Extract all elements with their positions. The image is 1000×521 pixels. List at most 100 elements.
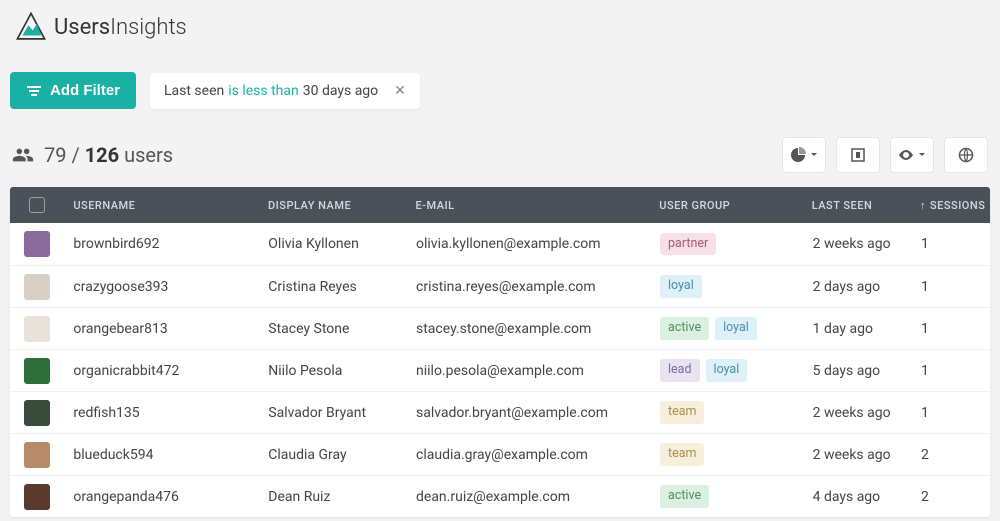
cell-last-seen: 2 weeks ago: [803, 447, 911, 463]
export-button[interactable]: [836, 137, 880, 173]
row-avatar-cell: [10, 484, 63, 510]
brand: UsersInsights: [10, 10, 990, 44]
row-avatar-cell: [10, 358, 63, 384]
brand-a: Users: [54, 15, 110, 40]
avatar: [24, 400, 50, 426]
tag-team[interactable]: team: [660, 443, 704, 466]
avatar: [24, 231, 50, 257]
cell-email: salvador.bryant@example.com: [406, 405, 650, 421]
filter-operator: is less than: [228, 83, 299, 99]
cell-display-name: Dean Ruiz: [258, 489, 406, 505]
cell-user-group: loyal: [650, 275, 803, 298]
table-row[interactable]: blueduck594Claudia Grayclaudia.gray@exam…: [10, 433, 990, 475]
filter-icon: [26, 83, 42, 99]
cell-sessions: 1: [911, 236, 990, 252]
table-row[interactable]: brownbird692Olivia Kyllonenolivia.kyllon…: [10, 223, 990, 265]
row-avatar-cell: [10, 442, 63, 468]
filter-value: 30 days ago: [303, 83, 378, 99]
select-all-checkbox[interactable]: [29, 197, 45, 213]
count-text: 79 / 126 users: [12, 143, 173, 167]
tag-active[interactable]: active: [660, 485, 709, 508]
avatar: [24, 316, 50, 342]
cell-username: blueduck594: [63, 447, 258, 463]
tag-loyal[interactable]: loyal: [660, 275, 702, 298]
avatar: [24, 358, 50, 384]
cell-display-name: Niilo Pesola: [258, 363, 406, 379]
count-sep: /: [66, 143, 84, 167]
tag-team[interactable]: team: [660, 401, 704, 424]
segments-button[interactable]: [782, 137, 826, 173]
row-avatar-cell: [10, 231, 63, 257]
cell-display-name: Cristina Reyes: [258, 279, 406, 295]
row-avatar-cell: [10, 316, 63, 342]
chevron-down-icon: [810, 151, 818, 159]
visibility-button[interactable]: [890, 137, 934, 173]
sort-asc-icon: ↑: [920, 199, 926, 212]
table-row[interactable]: orangepanda476Dean Ruizdean.ruiz@example…: [10, 475, 990, 517]
controls-row: Add Filter Last seen is less than 30 day…: [10, 72, 990, 109]
cell-username: orangebear813: [63, 321, 258, 337]
logo-icon: [14, 10, 48, 44]
tag-lead[interactable]: lead: [660, 359, 700, 382]
cell-last-seen: 2 weeks ago: [803, 236, 911, 252]
filter-chip[interactable]: Last seen is less than 30 days ago ✕: [150, 73, 420, 109]
count-total: 126: [85, 143, 119, 167]
header-username[interactable]: Username: [63, 199, 258, 212]
tag-loyal[interactable]: loyal: [706, 359, 748, 382]
brand-b: Insights: [110, 15, 187, 40]
header-display[interactable]: Display Name: [258, 199, 406, 212]
header-sessions-label: Sessions: [930, 199, 985, 212]
table-row[interactable]: orangebear813Stacey Stonestacey.stone@ex…: [10, 307, 990, 349]
export-icon: [850, 147, 866, 163]
avatar: [24, 274, 50, 300]
cell-email: claudia.gray@example.com: [406, 447, 650, 463]
cell-sessions: 1: [911, 405, 990, 421]
globe-icon: [958, 147, 974, 163]
header-group[interactable]: User Group: [649, 199, 801, 212]
cell-last-seen: 2 weeks ago: [803, 405, 911, 421]
cell-sessions: 1: [911, 321, 990, 337]
filter-field: Last seen: [164, 83, 224, 99]
tag-active[interactable]: active: [660, 317, 709, 340]
cell-email: stacey.stone@example.com: [406, 321, 650, 337]
cell-sessions: 1: [911, 363, 990, 379]
cell-email: olivia.kyllonen@example.com: [406, 236, 650, 252]
tag-loyal[interactable]: loyal: [715, 317, 757, 340]
cell-user-group: active: [650, 485, 803, 508]
cell-username: crazygoose393: [63, 279, 258, 295]
cell-user-group: team: [650, 443, 803, 466]
cell-sessions: 2: [911, 447, 990, 463]
table-body: brownbird692Olivia Kyllonenolivia.kyllon…: [10, 223, 990, 517]
cell-email: dean.ruiz@example.com: [406, 489, 650, 505]
table-row[interactable]: organicrabbit472Niilo Pesolaniilo.pesola…: [10, 349, 990, 391]
close-icon[interactable]: ✕: [394, 83, 406, 99]
avatar: [24, 484, 50, 510]
table-row[interactable]: redfish135Salvador Bryantsalvador.bryant…: [10, 391, 990, 433]
cell-last-seen: 5 days ago: [803, 363, 911, 379]
count-filtered: 79: [44, 143, 66, 167]
cell-user-group: partner: [650, 233, 803, 256]
cell-username: brownbird692: [63, 236, 258, 252]
globe-button[interactable]: [944, 137, 988, 173]
count-row: 79 / 126 users: [10, 137, 990, 173]
pie-icon: [790, 147, 806, 163]
avatar: [24, 442, 50, 468]
row-avatar-cell: [10, 274, 63, 300]
cell-user-group: team: [650, 401, 803, 424]
header-email[interactable]: E-mail: [406, 199, 650, 212]
cell-display-name: Olivia Kyllonen: [258, 236, 406, 252]
cell-user-group: lead loyal: [650, 359, 803, 382]
cell-last-seen: 4 days ago: [803, 489, 911, 505]
header-sessions[interactable]: ↑ Sessions: [910, 199, 990, 212]
header-seen[interactable]: Last Seen: [802, 199, 910, 212]
cell-display-name: Stacey Stone: [258, 321, 406, 337]
cell-sessions: 1: [911, 279, 990, 295]
tag-partner[interactable]: partner: [660, 233, 716, 256]
add-filter-label: Add Filter: [50, 82, 120, 99]
row-avatar-cell: [10, 400, 63, 426]
cell-username: orangepanda476: [63, 489, 258, 505]
users-table: Username Display Name E-mail User Group …: [10, 187, 990, 517]
add-filter-button[interactable]: Add Filter: [10, 72, 136, 109]
table-row[interactable]: crazygoose393Cristina Reyescristina.reye…: [10, 265, 990, 307]
cell-sessions: 2: [911, 489, 990, 505]
